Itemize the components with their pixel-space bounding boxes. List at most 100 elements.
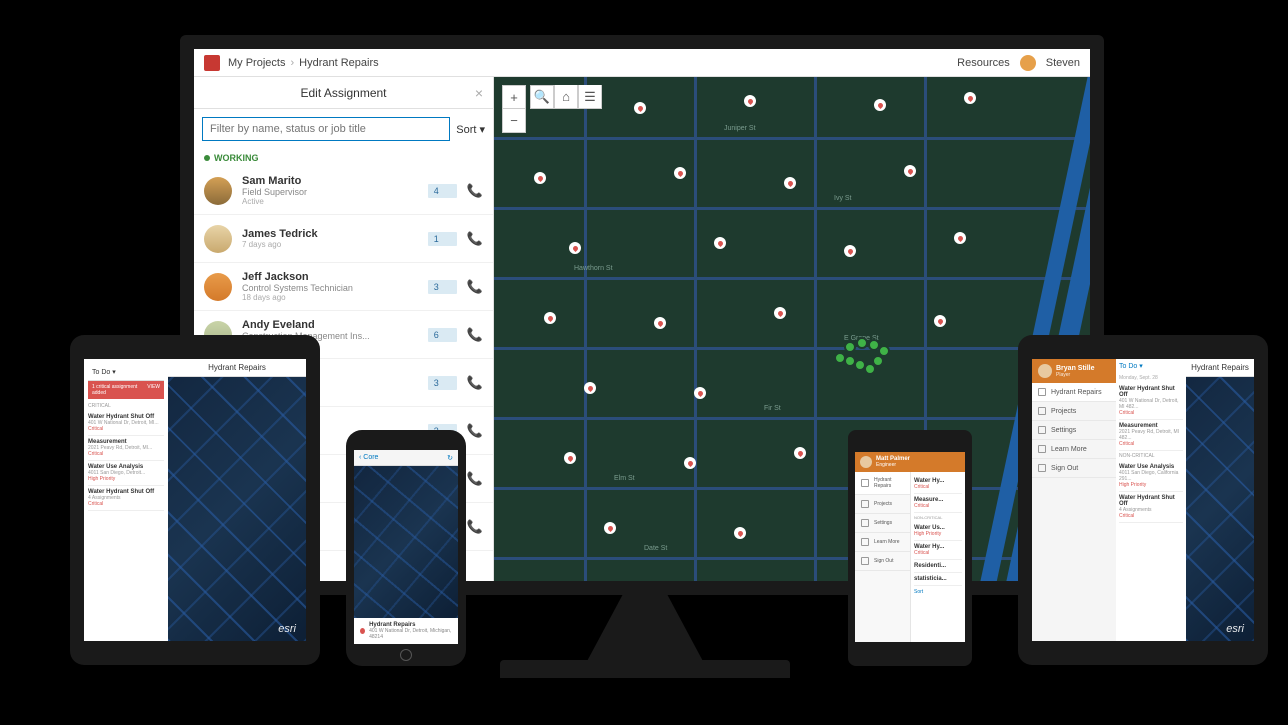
hydrant-marker-icon[interactable]	[784, 177, 796, 189]
zoom-out-button[interactable]: −	[502, 109, 526, 133]
hydrant-marker-icon[interactable]	[634, 102, 646, 114]
menu-item-projects[interactable]: Projects	[855, 495, 910, 514]
task-item[interactable]: Water Hy...Critical	[914, 541, 962, 560]
task-item[interactable]: Water Hydrant Shut Off 401 W National Dr…	[88, 411, 164, 436]
task-item[interactable]: Measurement2021 Peavy Rd, Detroit, MI 48…	[1119, 420, 1183, 451]
hydrant-marker-icon[interactable]	[904, 165, 916, 177]
worker-row[interactable]: Jeff Jackson Control Systems Technician …	[194, 263, 493, 311]
hydrant-marker-icon[interactable]	[534, 172, 546, 184]
hydrant-marker-icon[interactable]	[794, 447, 806, 459]
task-item[interactable]: Water Hydrant Shut Off401 W National Dr,…	[1119, 383, 1183, 420]
hydrant-marker-icon[interactable]	[844, 245, 856, 257]
tablet-map[interactable]: Hydrant Repairs	[1186, 359, 1254, 641]
task-item[interactable]: Water Hydrant Shut Off 4 Assignments Cri…	[88, 486, 164, 511]
zoom-in-button[interactable]: +	[502, 85, 526, 109]
user-banner[interactable]: Bryan Stille Player	[1032, 359, 1116, 383]
hydrant-marker-icon[interactable]	[774, 307, 786, 319]
worker-location-icon[interactable]	[868, 339, 880, 351]
hydrant-marker-icon[interactable]	[694, 387, 706, 399]
menu-item-projects[interactable]: Projects	[1032, 402, 1116, 421]
home-button-icon[interactable]	[400, 649, 412, 661]
tablet-header-title: Hydrant Repairs	[208, 363, 266, 372]
menu-item-signout[interactable]: Sign Out	[1032, 459, 1116, 478]
worker-location-icon[interactable]	[878, 345, 890, 357]
worker-location-icon[interactable]	[844, 341, 856, 353]
app-logo-icon[interactable]	[204, 55, 220, 71]
hydrant-marker-icon[interactable]	[564, 452, 576, 464]
esri-logo: esri	[278, 623, 296, 635]
task-item[interactable]: Water Hydrant Shut Off4 AssignmentsCriti…	[1119, 492, 1183, 523]
hydrant-marker-icon[interactable]	[604, 522, 616, 534]
hydrant-marker-icon[interactable]	[954, 232, 966, 244]
worker-avatar-icon	[204, 273, 232, 301]
hydrant-marker-icon[interactable]	[714, 237, 726, 249]
task-item[interactable]: Measurement 2021 Peavy Rd, Detroit, MI..…	[88, 436, 164, 461]
panel-title: Edit Assignment	[300, 86, 386, 100]
phone-map[interactable]	[354, 466, 458, 618]
hydrant-marker-icon[interactable]	[734, 527, 746, 539]
phone-icon[interactable]: 📞	[467, 471, 483, 487]
tablet-map[interactable]: Hydrant Repairs	[168, 359, 306, 641]
user-name[interactable]: Steven	[1046, 57, 1080, 69]
refresh-icon[interactable]: ↻	[447, 454, 453, 462]
worker-row[interactable]: Sam Marito Field Supervisor Active 4 📞	[194, 167, 493, 215]
assignment-card[interactable]: Hydrant Repairs 401 W National Dr, Detro…	[354, 618, 458, 644]
user-avatar-icon[interactable]	[1020, 55, 1036, 71]
list-button[interactable]: ☰	[578, 85, 602, 109]
resources-link[interactable]: Resources	[957, 57, 1010, 69]
phone-icon[interactable]: 📞	[467, 231, 483, 247]
task-item[interactable]: Water Hy...Critical	[914, 475, 962, 494]
todo-dropdown[interactable]: To Do ▾	[92, 368, 116, 376]
hydrant-marker-icon[interactable]	[964, 92, 976, 104]
worker-row[interactable]: James Tedrick 7 days ago 1 📞	[194, 215, 493, 263]
menu-item-signout[interactable]: Sign Out	[855, 552, 910, 571]
task-panel: To Do ▾ 1 critical assignment addedVIEW …	[84, 359, 168, 641]
sort-link[interactable]: Sort	[914, 586, 962, 595]
menu-item-learnmore[interactable]: Learn More	[1032, 440, 1116, 459]
menu-item-project[interactable]: Hydrant Repairs	[1032, 383, 1116, 402]
hydrant-marker-icon[interactable]	[654, 317, 666, 329]
phone-icon[interactable]: 📞	[467, 327, 483, 343]
task-item[interactable]: Water Use Analysis 4011 San Diego, Detro…	[88, 461, 164, 486]
hydrant-marker-icon[interactable]	[569, 242, 581, 254]
phone-icon[interactable]: 📞	[467, 183, 483, 199]
hydrant-marker-icon[interactable]	[544, 312, 556, 324]
menu-item-settings[interactable]: Settings	[855, 514, 910, 533]
back-button[interactable]: ‹ Core	[359, 454, 378, 461]
worker-meta: Active	[242, 197, 418, 206]
menu-item-project[interactable]: Hydrant Repairs	[855, 472, 910, 495]
hydrant-marker-icon[interactable]	[584, 382, 596, 394]
hydrant-marker-icon[interactable]	[934, 315, 946, 327]
menu-item-learnmore[interactable]: Learn More	[855, 533, 910, 552]
task-item[interactable]: Water Use Analysis4011 San Diego, Califo…	[1119, 461, 1183, 492]
task-item[interactable]: Residenti...	[914, 560, 962, 573]
hydrant-marker-icon[interactable]	[674, 167, 686, 179]
phone-icon[interactable]: 📞	[467, 519, 483, 535]
phone-icon[interactable]: 📞	[467, 423, 483, 439]
task-item[interactable]: statisticia...	[914, 573, 962, 586]
task-item[interactable]: Water Us...High Priority	[914, 522, 962, 541]
hydrant-marker-icon[interactable]	[874, 99, 886, 111]
worker-location-icon[interactable]	[856, 337, 868, 349]
tablet-device-left: To Do ▾ 1 critical assignment addedVIEW …	[70, 335, 320, 665]
phone-icon[interactable]: 📞	[467, 279, 483, 295]
todo-dropdown[interactable]: To Do ▾	[1119, 362, 1183, 370]
close-icon[interactable]: ×	[475, 85, 483, 101]
sort-dropdown[interactable]: Sort ▾	[456, 123, 485, 136]
street-label: Elm St	[614, 475, 635, 482]
user-banner[interactable]: Matt PalmerEngineer	[855, 452, 965, 472]
critical-alert-banner[interactable]: 1 critical assignment addedVIEW	[88, 381, 164, 399]
task-item[interactable]: Measure...Critical	[914, 494, 962, 513]
phone-icon[interactable]: 📞	[467, 375, 483, 391]
breadcrumb-root[interactable]: My Projects	[228, 57, 285, 69]
street-label: Fir St	[764, 405, 781, 412]
search-map-button[interactable]: 🔍	[530, 85, 554, 109]
hydrant-marker-icon[interactable]	[684, 457, 696, 469]
filter-input[interactable]	[202, 117, 450, 141]
map-canvas[interactable]: + − 🔍 ⌂ ☰	[494, 77, 1090, 581]
hydrant-marker-icon[interactable]	[744, 95, 756, 107]
menu-item-settings[interactable]: Settings	[1032, 421, 1116, 440]
street-label: Juniper St	[724, 125, 756, 132]
home-extent-button[interactable]: ⌂	[554, 85, 578, 109]
breadcrumb-current[interactable]: Hydrant Repairs	[299, 57, 378, 69]
